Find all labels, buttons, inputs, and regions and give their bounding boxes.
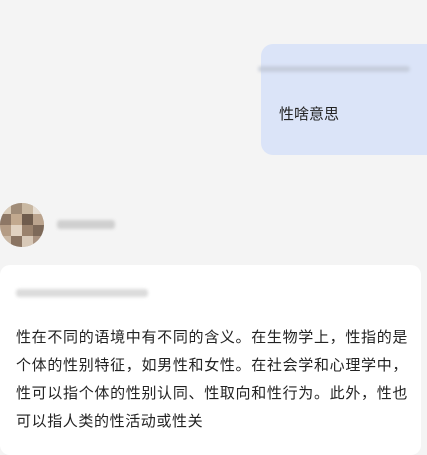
assistant-message-meta-redacted (16, 289, 148, 297)
user-message-meta-redacted (258, 66, 410, 72)
assistant-message-text: 性在不同的语境中有不同的含义。在生物学上，性指的是个体的性别特征，如男性和女性。… (16, 328, 408, 430)
user-message-bubble: 性啥意思 (258, 44, 427, 155)
assistant-message-card: 性在不同的语境中有不同的含义。在生物学上，性指的是个体的性别特征，如男性和女性。… (0, 265, 421, 455)
user-message-text: 性啥意思 (279, 105, 340, 123)
assistant-name-redacted (57, 220, 115, 229)
assistant-avatar (0, 203, 44, 247)
